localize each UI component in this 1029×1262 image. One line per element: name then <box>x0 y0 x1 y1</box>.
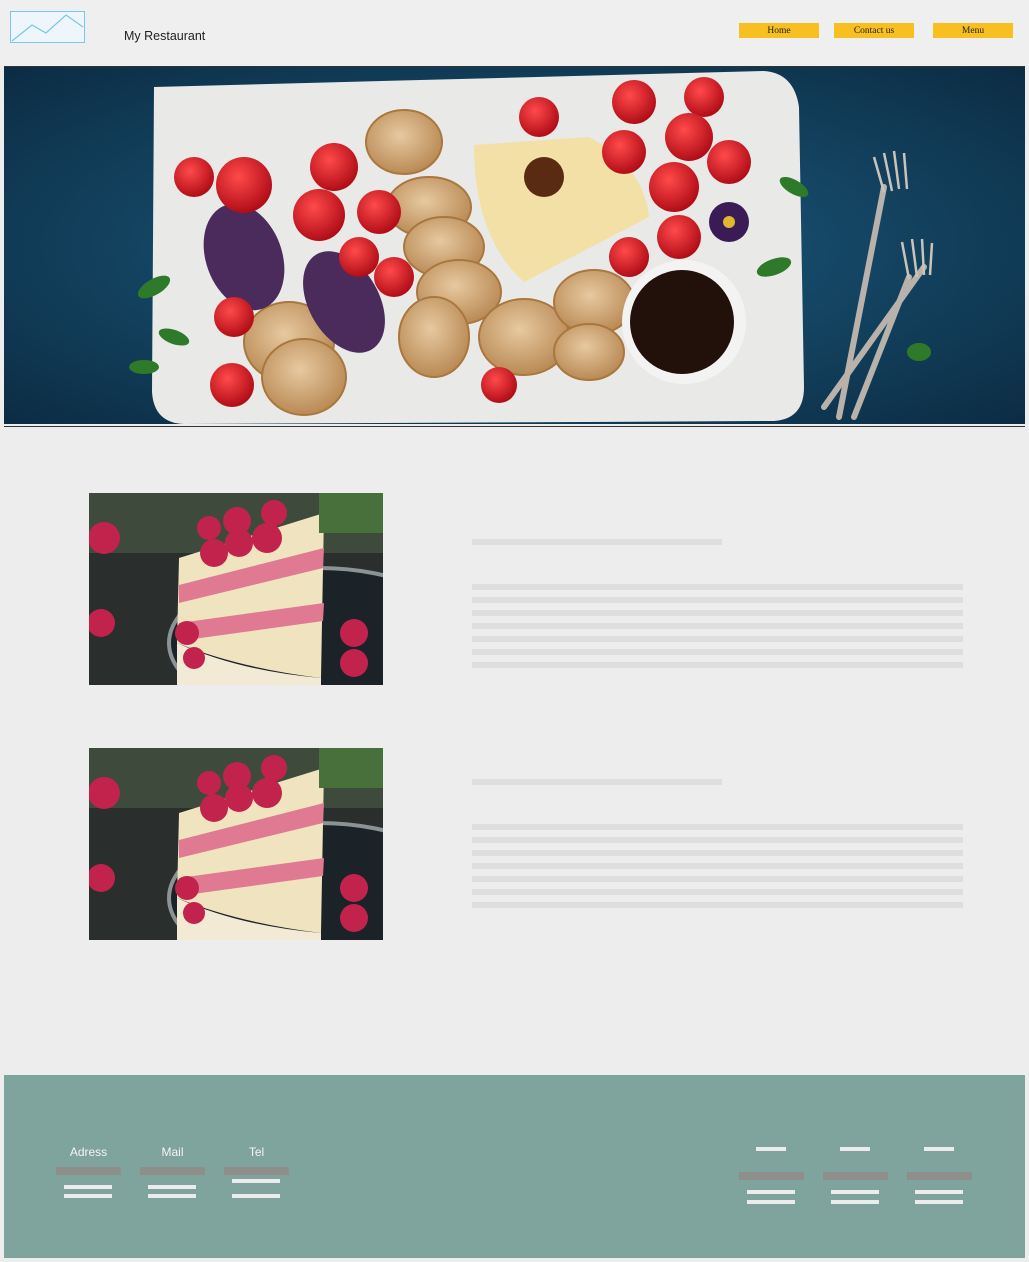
footer-mail-placeholder <box>140 1167 205 1175</box>
section-1-text-line <box>472 584 963 590</box>
nav-home-button[interactable]: Home <box>739 23 819 38</box>
hero-image <box>4 66 1025 427</box>
footer-tel-placeholder <box>224 1167 289 1175</box>
section-2-text-line <box>472 902 963 908</box>
footer-link-placeholder[interactable] <box>739 1172 804 1180</box>
footer-tel-label: Tel <box>248 1145 265 1159</box>
footer-address-label: Adress <box>69 1145 108 1159</box>
footer-link-line[interactable] <box>831 1190 879 1194</box>
footer-address-line <box>64 1194 112 1198</box>
section-2-title-placeholder <box>472 779 722 785</box>
footer-tel-line <box>232 1179 280 1183</box>
section-2-image <box>89 748 383 940</box>
nav-menu-button[interactable]: Menu <box>933 23 1013 38</box>
footer-link-line[interactable] <box>915 1200 963 1204</box>
footer-link-heading <box>840 1147 870 1151</box>
footer-mail-line <box>148 1185 196 1189</box>
section-1-text-line <box>472 636 963 642</box>
section-1-text-line <box>472 662 963 668</box>
footer-link-placeholder[interactable] <box>907 1172 972 1180</box>
footer-address-line <box>64 1185 112 1189</box>
footer-link-placeholder[interactable] <box>823 1172 888 1180</box>
footer-link-line[interactable] <box>747 1190 795 1194</box>
footer-address-placeholder <box>56 1167 121 1175</box>
section-2-text-line <box>472 850 963 856</box>
section-2-text-line <box>472 824 963 830</box>
section-1-text-line <box>472 610 963 616</box>
footer: Adress Mail Tel <box>4 1075 1025 1258</box>
nav-contact-button[interactable]: Contact us <box>834 23 914 38</box>
footer-link-line[interactable] <box>915 1190 963 1194</box>
section-1-image <box>89 493 383 685</box>
footer-link-heading <box>756 1147 786 1151</box>
footer-link-line[interactable] <box>747 1200 795 1204</box>
footer-mail-label: Mail <box>161 1145 184 1159</box>
section-1-text-line <box>472 623 963 629</box>
footer-mail-line <box>148 1194 196 1198</box>
section-1-text-line <box>472 649 963 655</box>
brand-name[interactable]: My Restaurant <box>124 29 205 43</box>
image-placeholder-icon[interactable] <box>10 11 85 43</box>
footer-link-heading <box>924 1147 954 1151</box>
page: My Restaurant Home Contact us Menu Adres… <box>0 0 1029 1262</box>
section-1-text-line <box>472 597 963 603</box>
section-2-text-line <box>472 889 963 895</box>
section-2-text-line <box>472 863 963 869</box>
footer-link-line[interactable] <box>831 1200 879 1204</box>
footer-tel-line <box>232 1194 280 1198</box>
section-2-text-line <box>472 876 963 882</box>
section-1-title-placeholder <box>472 539 722 545</box>
section-2-text-line <box>472 837 963 843</box>
header: My Restaurant Home Contact us Menu <box>0 0 1029 66</box>
